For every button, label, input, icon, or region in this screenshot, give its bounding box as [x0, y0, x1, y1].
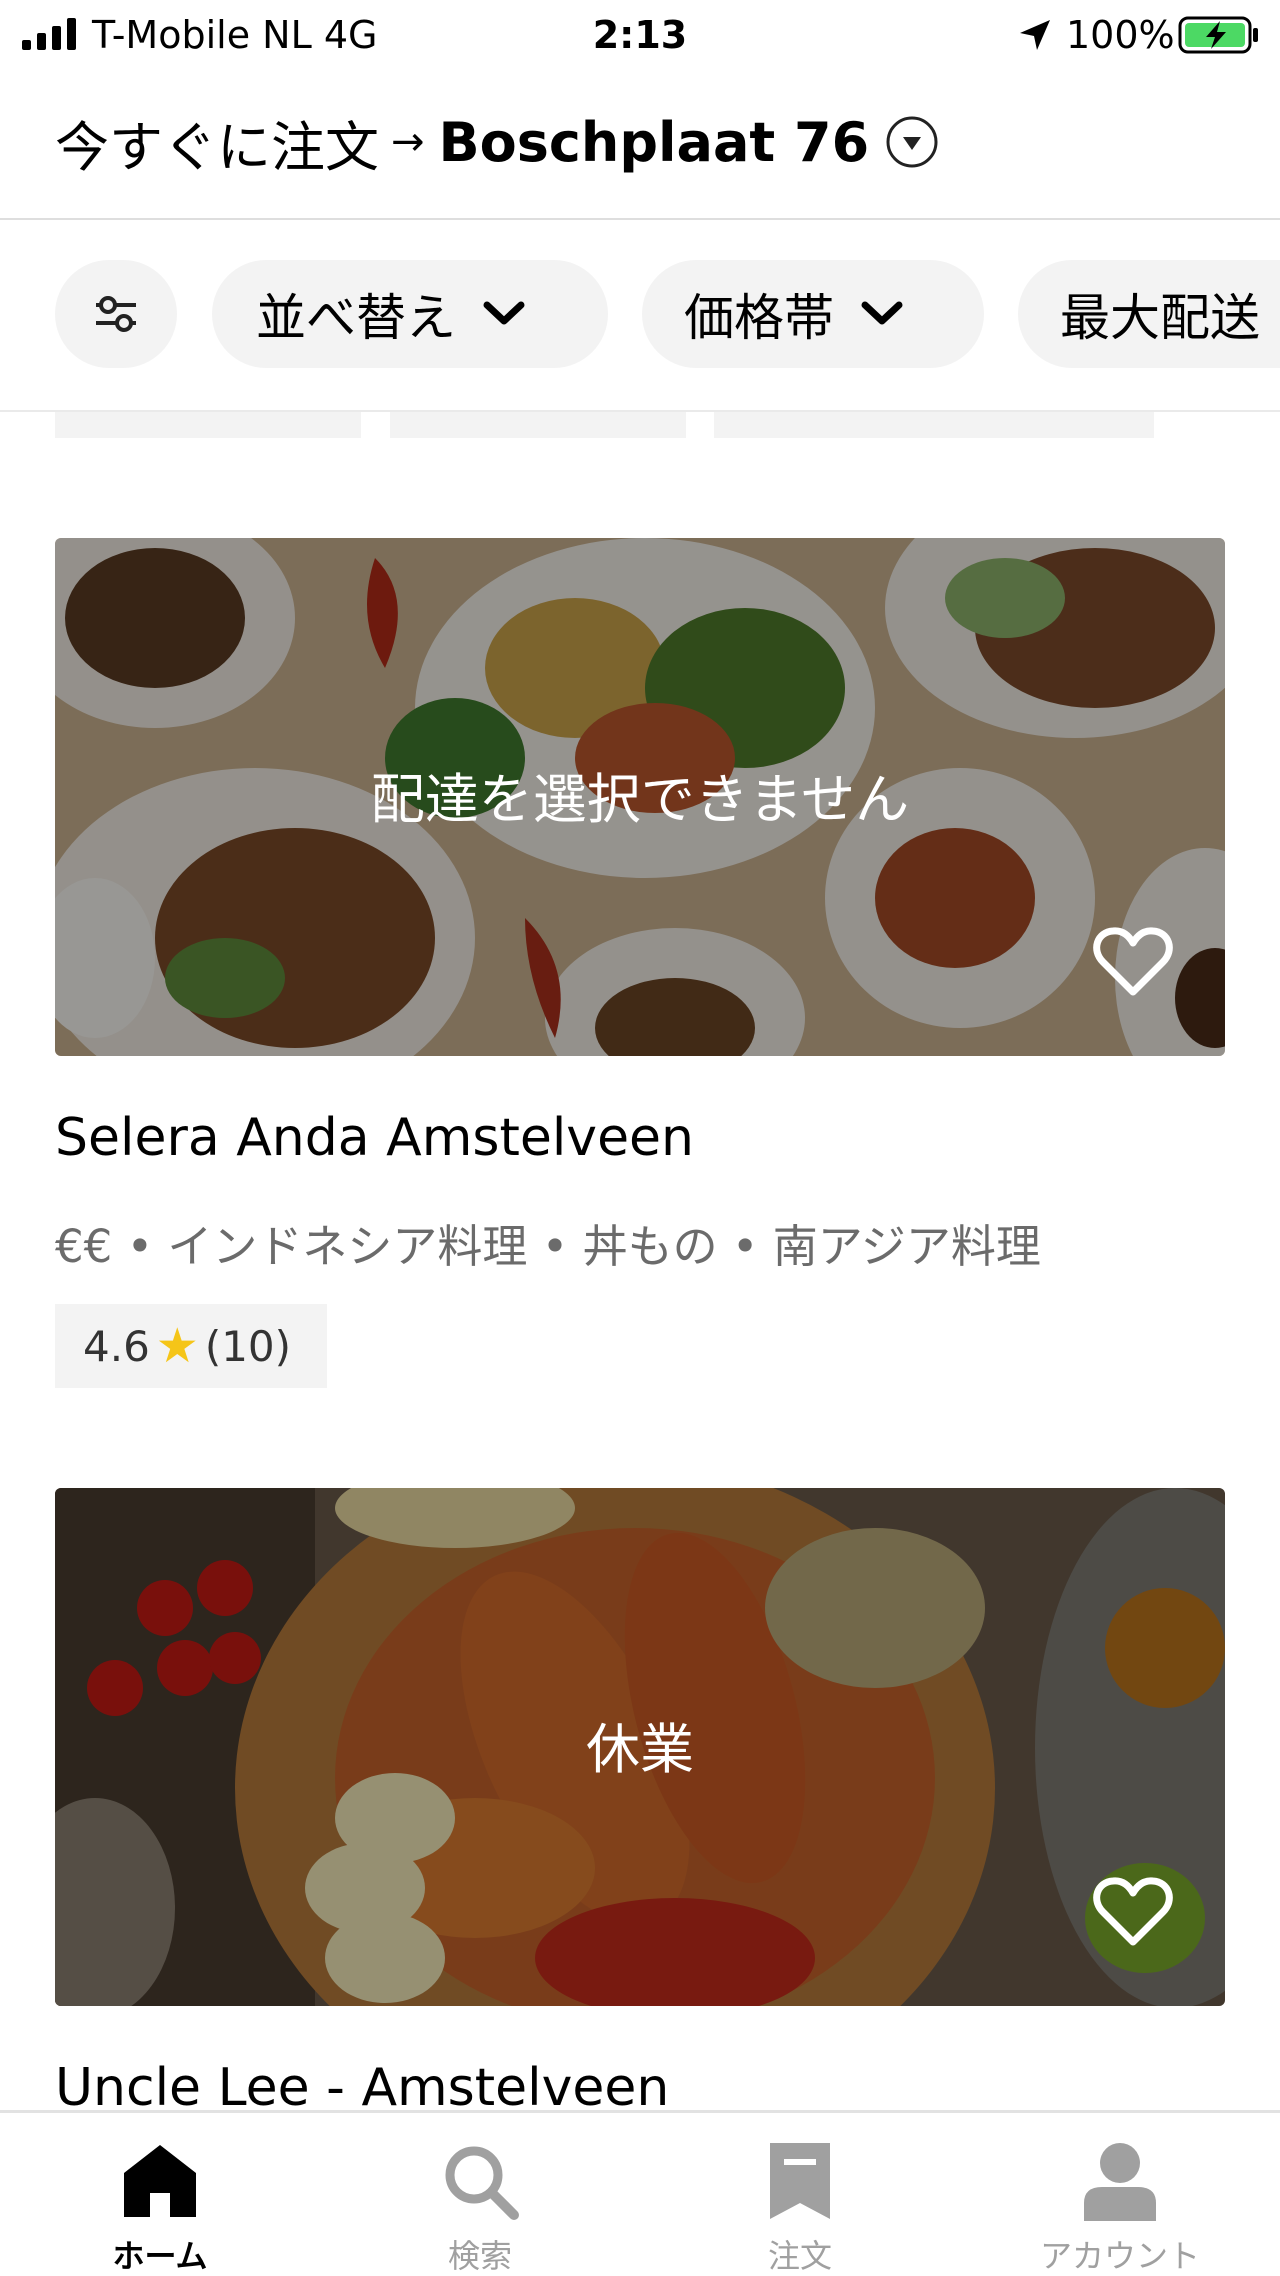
battery-percentage: 100% — [1066, 13, 1175, 57]
sliders-icon — [96, 296, 136, 332]
tab-label: アカウント — [1039, 2237, 1200, 2275]
tab-label: ホーム — [112, 2237, 208, 2275]
filter-bar: 並べ替え 価格帯 最大配送 — [0, 222, 1280, 412]
rating-badge: 4.6 ★ (10) — [55, 1304, 327, 1388]
sort-label: 並べ替え — [256, 289, 456, 347]
tab-search[interactable]: 検索 — [320, 2113, 640, 2276]
tab-label: 注文 — [767, 2237, 832, 2275]
sort-dropdown[interactable]: 並べ替え — [212, 260, 608, 368]
max-delivery-fee-label: 最大配送 — [1060, 289, 1260, 347]
receipt-icon — [770, 2143, 830, 2219]
restaurant-card-image[interactable]: 休業 — [55, 1488, 1225, 2006]
person-icon — [1084, 2143, 1156, 2221]
tab-label: 検索 — [447, 2237, 512, 2275]
restaurant-card-image[interactable]: 配達を選択できません — [55, 538, 1225, 1056]
heart-icon[interactable] — [1093, 926, 1173, 998]
battery-charging-icon — [1178, 16, 1258, 54]
arrow-icon: → — [391, 119, 425, 165]
location-arrow-icon — [1020, 20, 1050, 50]
order-mode-label: 今すぐに注文 — [55, 115, 379, 179]
tag-chip — [714, 412, 1154, 438]
header: 今すぐに注文 → Boschplaat 76 — [0, 70, 1280, 220]
bottom-tab-bar: ホーム 検索 注文 アカウント — [0, 2110, 1280, 2276]
price-range-label: 価格帯 — [684, 289, 834, 347]
chevron-down-icon — [483, 301, 525, 325]
rating-count: (10) — [204, 1321, 292, 1371]
filter-settings-button[interactable] — [55, 260, 177, 368]
restaurant-name[interactable]: Uncle Lee - Amstelveen — [55, 2058, 669, 2118]
heart-icon[interactable] — [1093, 1876, 1173, 1948]
delivery-address-selector[interactable]: 今すぐに注文 → Boschplaat 76 — [55, 102, 939, 182]
chevron-down-circle-icon — [886, 116, 938, 168]
rating-value: 4.6 — [83, 1321, 150, 1371]
tag-chip — [390, 412, 686, 438]
tab-orders[interactable]: 注文 — [640, 2113, 960, 2276]
home-icon — [124, 2145, 196, 2217]
tab-account[interactable]: アカウント — [960, 2113, 1280, 2276]
delivery-address: Boschplaat 76 — [438, 110, 870, 174]
max-delivery-fee-dropdown[interactable]: 最大配送 — [1018, 260, 1280, 368]
search-icon — [445, 2146, 519, 2220]
availability-status: 休業 — [586, 1718, 694, 1781]
previous-restaurant-tags — [0, 412, 1280, 438]
star-icon: ★ — [155, 1318, 199, 1374]
chevron-down-icon — [861, 301, 903, 325]
restaurant-meta: €€ • インドネシア料理 • 丼もの • 南アジア料理 — [55, 1220, 1041, 1273]
price-range-dropdown[interactable]: 価格帯 — [642, 260, 984, 368]
tag-chip — [55, 412, 361, 438]
restaurant-name[interactable]: Selera Anda Amstelveen — [55, 1108, 694, 1168]
status-bar: T-Mobile NL 4G 2:13 100% — [0, 0, 1280, 70]
availability-status: 配達を選択できません — [370, 768, 910, 831]
tab-home[interactable]: ホーム — [0, 2113, 320, 2276]
